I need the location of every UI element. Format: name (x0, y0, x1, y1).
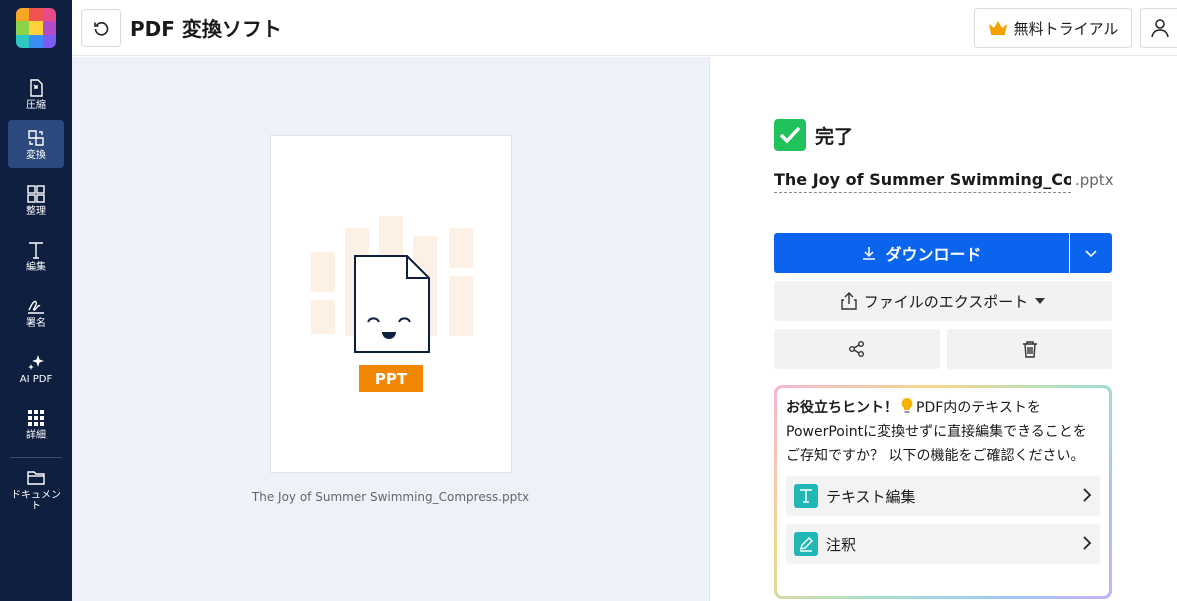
sidebar-item-organize[interactable]: 整理 (8, 176, 64, 224)
grid-icon (28, 409, 44, 426)
download-icon (863, 247, 876, 260)
user-account-button[interactable] (1140, 8, 1177, 48)
caret-down-icon (1035, 298, 1046, 304)
tip-title: お役立ちヒント！ (786, 400, 898, 416)
chevron-right-icon (1083, 488, 1092, 502)
tip-text: お役立ちヒント！ PDF内のテキストをPowerPointに変換せずに直接編集でき… (786, 396, 1100, 468)
share-icon (849, 341, 864, 357)
preview-filename: The Joy of Summer Swimming_Compress.pptx (251, 490, 530, 504)
ppt-illustration (311, 216, 473, 353)
lightbulb-icon (901, 398, 913, 413)
completion-status: 完了 (774, 119, 853, 151)
top-header: PDF 変換ソフト 無料トライアル (72, 0, 1177, 56)
crown-icon (988, 21, 1007, 35)
free-trial-label: 無料トライアル (1013, 19, 1119, 38)
chevron-down-icon (1085, 250, 1097, 258)
file-preview-area: PPT The Joy of Summer Swimming_Compress.… (72, 57, 709, 601)
download-button[interactable]: ダウンロード (774, 233, 1069, 273)
sidebar-item-label: ドキュメント (11, 490, 61, 512)
output-file-row: The Joy of Summer Swimming_Co... .pptx (774, 170, 1114, 193)
trash-icon (1022, 341, 1037, 358)
sidebar-item-label: 編集 (26, 261, 46, 273)
tip-link-label: 注釈 (826, 535, 857, 554)
undo-icon (94, 22, 109, 36)
sidebar-item-ai-pdf[interactable]: AI PDF (8, 344, 64, 392)
sidebar-item-label: AI PDF (19, 373, 53, 385)
output-file-extension: .pptx (1075, 171, 1114, 189)
sidebar-item-convert[interactable]: 変換 (8, 120, 64, 168)
sidebar-item-label: 署名 (26, 317, 46, 329)
sidebar: 圧縮 変換 整理 編集 署名 AI PDF 詳細 ドキュメント (0, 0, 72, 601)
text-edit-icon (794, 484, 818, 508)
compress-icon (30, 78, 43, 97)
delete-button[interactable] (947, 329, 1112, 369)
result-panel: 完了 The Joy of Summer Swimming_Co... .ppt… (709, 57, 1177, 601)
sidebar-item-sign[interactable]: 署名 (8, 288, 64, 336)
tip-link-text-edit[interactable]: テキスト編集 (786, 476, 1100, 516)
check-icon (774, 119, 806, 151)
sidebar-item-label: 圧縮 (26, 99, 46, 111)
sidebar-item-label: 変換 (26, 149, 46, 161)
annotate-pen-icon (794, 532, 818, 556)
app-logo[interactable] (16, 8, 56, 48)
organize-icon (27, 184, 45, 203)
sidebar-divider (10, 457, 62, 458)
sidebar-item-label: 詳細 (26, 429, 46, 441)
sidebar-item-label: 整理 (26, 205, 46, 217)
user-icon (1151, 19, 1169, 38)
export-label: ファイルのエクスポート (863, 292, 1029, 311)
convert-icon (28, 129, 44, 146)
sidebar-item-edit[interactable]: 編集 (8, 232, 64, 280)
ppt-badge: PPT (359, 365, 423, 392)
free-trial-button[interactable]: 無料トライアル (974, 8, 1132, 48)
output-file-name[interactable]: The Joy of Summer Swimming_Co... (774, 170, 1071, 193)
tip-link-annotate[interactable]: 注釈 (786, 524, 1100, 564)
back-button[interactable] (81, 9, 121, 47)
download-label: ダウンロード (885, 245, 982, 264)
folder-icon (27, 471, 45, 485)
export-icon (841, 292, 857, 310)
status-text: 完了 (815, 125, 854, 148)
signature-icon (28, 300, 44, 314)
app-title: PDF 変換ソフト (130, 17, 282, 41)
export-file-button[interactable]: ファイルのエクスポート (774, 281, 1112, 321)
ai-sparkle-icon (28, 354, 44, 370)
chevron-right-icon (1083, 536, 1092, 550)
edit-text-icon (29, 241, 43, 259)
sidebar-item-documents[interactable]: ドキュメント (8, 464, 64, 516)
share-button[interactable] (774, 329, 940, 369)
sidebar-item-more[interactable]: 詳細 (8, 400, 64, 448)
tip-box: お役立ちヒント！ PDF内のテキストをPowerPointに変換せずに直接編集でき… (774, 385, 1112, 599)
sidebar-item-compress[interactable]: 圧縮 (8, 70, 64, 118)
file-preview-card[interactable]: PPT (270, 135, 512, 473)
tip-link-label: テキスト編集 (826, 487, 916, 506)
download-options-dropdown[interactable] (1070, 233, 1112, 273)
